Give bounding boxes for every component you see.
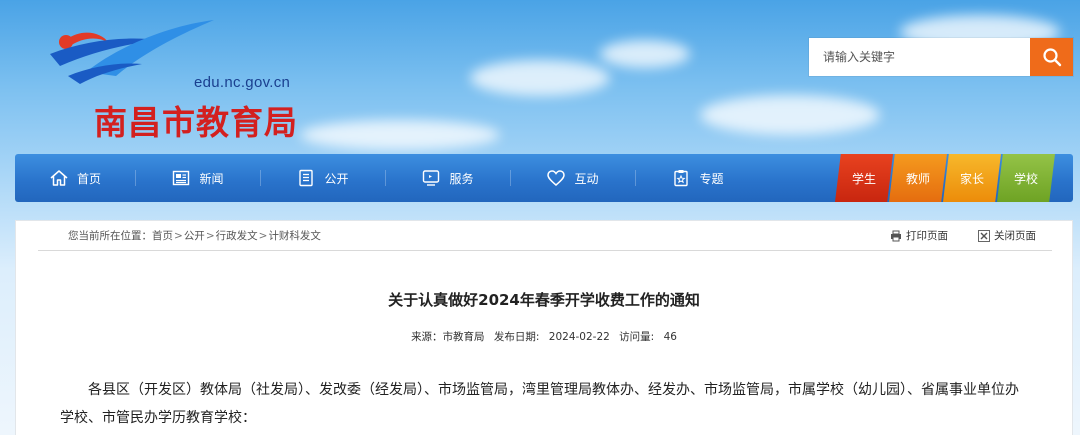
search-input[interactable]: [809, 38, 1030, 76]
audience-tags: 学生 教师 家长 学校: [835, 154, 1055, 202]
site-url: edu.nc.gov.cn: [194, 74, 291, 91]
close-icon: [978, 229, 990, 242]
breadcrumb-separator: >: [205, 229, 215, 242]
breadcrumb-separator: >: [258, 229, 268, 242]
nav-item-label: 公开: [324, 171, 349, 186]
tag-student[interactable]: 学生: [835, 154, 893, 202]
nav-item-label: 互动: [574, 171, 599, 186]
search-box: [809, 38, 1073, 76]
main-nav: 首页 新闻 公开 服务 互动 专题 学生 教师 家长 学校: [15, 154, 1073, 202]
print-icon: [891, 230, 901, 241]
breadcrumb-bar: 您当前所在位置： 首页 > 公开 > 行政发文 > 计财科发文 打印页面 关闭页…: [38, 221, 1052, 251]
monitor-icon: [423, 170, 440, 186]
breadcrumb-item-home[interactable]: 首页: [152, 228, 173, 243]
clipboard-icon: [674, 170, 689, 187]
print-page-button[interactable]: 打印页面: [890, 228, 948, 243]
article-body: 各县区（开发区）教体局（社发局）、发改委（经发局）、市场监管局，湾里管理局教体办…: [60, 382, 1019, 426]
document-list-icon: [299, 169, 314, 187]
tag-parent[interactable]: 家长: [943, 154, 1001, 202]
home-icon: [50, 170, 68, 186]
breadcrumb-item-public[interactable]: 公开: [184, 228, 205, 243]
meta-views: 46: [663, 331, 677, 343]
search-icon: [1042, 48, 1061, 67]
nav-item-topic[interactable]: 专题: [635, 154, 760, 202]
breadcrumb-item-finance-docs[interactable]: 计财科发文: [268, 228, 321, 243]
page-tools: 打印页面 关闭页面: [890, 228, 1052, 243]
close-page-label: 关闭页面: [994, 230, 1036, 242]
breadcrumb-item-admin-docs[interactable]: 行政发文: [216, 228, 258, 243]
site-header: edu.nc.gov.cn 南昌市教育局: [0, 0, 1080, 150]
nav-item-label: 服务: [449, 171, 474, 186]
site-logo[interactable]: edu.nc.gov.cn 南昌市教育局: [46, 18, 297, 142]
breadcrumb-prefix: 您当前所在位置：: [68, 230, 152, 242]
search-button[interactable]: [1030, 38, 1073, 76]
heart-icon: [547, 170, 566, 186]
close-page-button[interactable]: 关闭页面: [978, 228, 1036, 243]
meta-views-label: 访问量:: [619, 331, 655, 343]
newspaper-icon: [173, 170, 190, 186]
nav-item-label: 新闻: [199, 171, 224, 186]
article-title: 关于认真做好2024年春季开学收费工作的通知: [388, 291, 700, 309]
meta-date-label: 发布日期:: [493, 331, 540, 343]
breadcrumb-separator: >: [174, 229, 183, 242]
nav-item-label: 专题: [699, 171, 724, 186]
nav-item-public[interactable]: 公开: [260, 154, 385, 202]
tag-school[interactable]: 学校: [997, 154, 1055, 202]
site-name: 南昌市教育局: [94, 103, 298, 142]
meta-date: 2024-02-22: [548, 331, 610, 343]
meta-source-label: 来源：: [411, 331, 443, 343]
content-panel: 您当前所在位置： 首页 > 公开 > 行政发文 > 计财科发文 打印页面 关闭页…: [15, 220, 1073, 435]
print-page-label: 打印页面: [906, 230, 948, 242]
nav-item-label: 首页: [76, 171, 101, 186]
meta-source: 市教育局: [442, 331, 485, 343]
article-meta: 来源：市教育局 发布日期: 2024-02-22 访问量: 46: [16, 329, 1072, 344]
nav-item-interaction[interactable]: 互动: [510, 154, 635, 202]
tag-teacher[interactable]: 教师: [889, 154, 947, 202]
nav-item-home[interactable]: 首页: [15, 154, 135, 202]
breadcrumb: 您当前所在位置： 首页 > 公开 > 行政发文 > 计财科发文: [38, 228, 321, 243]
nav-item-news[interactable]: 新闻: [135, 154, 260, 202]
nav-item-service[interactable]: 服务: [385, 154, 510, 202]
